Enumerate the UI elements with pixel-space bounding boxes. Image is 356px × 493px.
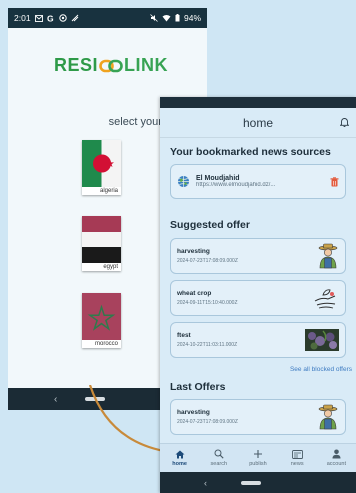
status-time: 2:01	[14, 13, 31, 23]
offer-card[interactable]: harvesting 2024-07-23T17:08:09.000Z	[170, 238, 346, 274]
algeria-flag-icon	[82, 140, 121, 187]
nav-search[interactable]: search	[200, 449, 238, 467]
resilink-logo: RESI LINK	[54, 55, 168, 76]
egypt-flag-icon	[82, 216, 121, 263]
country-label: morocco	[94, 341, 118, 347]
offer-card[interactable]: ftest 2024-10-22T11:03:11.000Z	[170, 322, 346, 358]
newspaper-icon	[291, 449, 303, 459]
offer-date: 2024-07-23T17:08:09.000Z	[177, 419, 238, 425]
offer-date: 2024-10-22T11:03:11.000Z	[177, 342, 238, 348]
plus-icon	[253, 450, 262, 458]
morocco-flag-icon	[82, 293, 121, 340]
offer-title: ftest	[177, 332, 191, 339]
bookmarked-section-title: Your bookmarked news sources	[170, 146, 331, 158]
offer-date: 2024-09-11T15:10:40.000Z	[177, 300, 238, 306]
svg-text:G: G	[47, 14, 54, 22]
delete-icon[interactable]	[330, 176, 339, 187]
battery-level: 94%	[183, 13, 201, 23]
logo-text-left: RESI	[54, 55, 99, 75]
news-source-card[interactable]: El Moudjahid https://www.elmoudjahid.dz/…	[170, 164, 346, 199]
farmer-icon	[318, 243, 338, 269]
bell-icon[interactable]	[340, 117, 349, 127]
bottom-navigation: home search publish news account	[160, 443, 356, 472]
back-button[interactable]: ‹	[204, 478, 207, 488]
nav-publish[interactable]: publish	[239, 449, 277, 467]
nav-label: account	[326, 461, 346, 467]
search-icon	[214, 449, 224, 459]
offer-photo-thumbnail	[305, 329, 339, 351]
last-offers-section-title: Last Offers	[170, 381, 226, 393]
nav-label: news	[290, 460, 304, 467]
decorative-arc	[88, 385, 165, 453]
page-title: home	[242, 115, 274, 130]
offer-card[interactable]: wheat crop 2024-09-11T15:10:40.000Z	[170, 280, 346, 316]
see-all-blocked-offers-link[interactable]: See all blocked offers	[160, 366, 356, 373]
country-option-morocco[interactable]: morocco	[82, 293, 121, 348]
country-label: egypt	[103, 264, 118, 270]
news-source-url: https://www.elmoudjahid.dz/...	[196, 182, 276, 188]
country-option-egypt[interactable]: egypt	[82, 216, 121, 271]
system-nav-bar: ‹	[160, 472, 356, 493]
chain-link-icon	[99, 59, 123, 72]
status-bar: 2:01 G 94%	[8, 8, 207, 28]
home-icon	[175, 450, 185, 458]
country-option-algeria[interactable]: algeria	[82, 140, 121, 195]
nav-account[interactable]: account	[317, 449, 355, 467]
signal-icon	[71, 14, 78, 22]
offer-title: harvesting	[177, 248, 210, 255]
home-screen: home Your bookmarked news sources El Mou…	[160, 97, 356, 493]
status-bar	[160, 97, 356, 108]
wifi-icon	[162, 15, 171, 22]
mute-icon	[150, 14, 158, 22]
planting-hand-icon	[314, 289, 336, 309]
back-button[interactable]: ‹	[54, 394, 57, 405]
suggested-section-title: Suggested offer	[170, 219, 250, 231]
offer-card[interactable]: harvesting 2024-07-23T17:08:09.000Z	[170, 399, 346, 435]
farmer-icon	[318, 404, 338, 430]
nav-home[interactable]: home	[161, 450, 199, 467]
battery-icon	[175, 14, 180, 22]
offer-title: harvesting	[177, 409, 210, 416]
g-icon: G	[47, 14, 54, 22]
mail-icon	[34, 14, 43, 22]
nav-label: home	[172, 460, 187, 467]
circle-icon	[58, 14, 67, 22]
app-header: home	[160, 108, 356, 138]
nav-label: publish	[249, 461, 267, 467]
logo-text-right: LINK	[124, 55, 169, 75]
home-gesture-pill[interactable]	[241, 480, 261, 485]
news-source-name: El Moudjahid	[196, 175, 240, 182]
offer-date: 2024-07-23T17:08:09.000Z	[177, 258, 238, 264]
offer-title: wheat crop	[177, 290, 212, 297]
person-icon	[332, 449, 341, 459]
country-label: algeria	[99, 188, 118, 194]
globe-icon	[178, 176, 189, 187]
nav-label: search	[210, 461, 228, 467]
nav-news[interactable]: news	[278, 449, 316, 467]
